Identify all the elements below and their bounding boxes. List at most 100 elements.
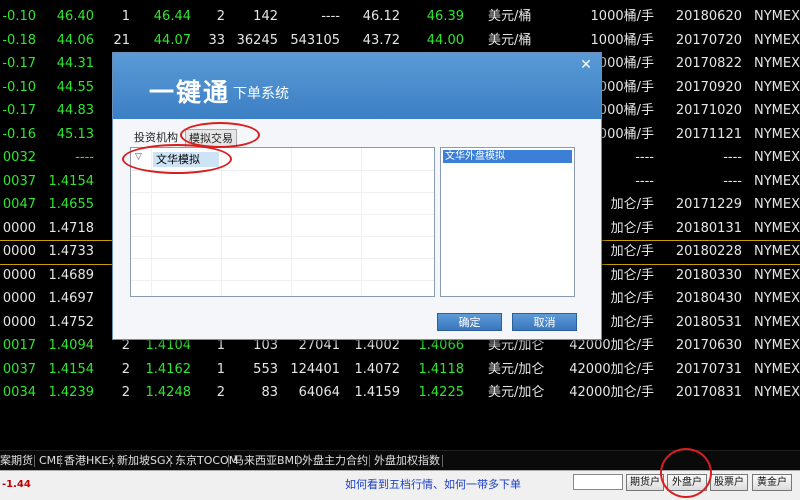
tab-weighted-index[interactable]: 外盘加权指数 xyxy=(374,451,440,471)
table-cell: 44.06 xyxy=(56,32,94,48)
table-cell: 64064 xyxy=(298,385,340,400)
table-cell: 1.4159 xyxy=(354,385,401,400)
annotation-circle-tree-item xyxy=(122,144,232,174)
dialog-subtitle: 下单系统 xyxy=(233,86,289,102)
table-cell: 美元/桶 xyxy=(488,9,532,24)
table-cell: 1000桶/手 xyxy=(590,32,654,48)
table-cell: 43.72 xyxy=(362,32,400,48)
dialog-title: 一键通 xyxy=(149,78,231,107)
table-cell: 美元/加仑 xyxy=(488,385,545,400)
table-cell: 44.07 xyxy=(153,32,191,48)
table-cell: NYMEX xyxy=(753,103,800,118)
tab-hkex[interactable]: 香港HKEx xyxy=(64,451,115,471)
table-cell: 46.44 xyxy=(153,9,191,24)
stock-account-button[interactable]: 股票户 xyxy=(710,474,748,491)
table-cell: 0000 xyxy=(2,220,36,236)
ok-button[interactable]: 确定 xyxy=(437,313,502,331)
table-cell: 1.4655 xyxy=(48,197,95,212)
table-cell: 2 xyxy=(216,385,225,400)
table-cell: 1.4248 xyxy=(145,385,192,400)
help-link[interactable]: 如何看到五档行情、如何一带多下单 xyxy=(345,476,521,492)
table-cell: 1.4118 xyxy=(418,361,465,377)
table-cell: 20170731 xyxy=(675,361,742,377)
table-cell: 20180131 xyxy=(675,220,742,236)
table-cell: 0000 xyxy=(2,267,36,283)
table-cell: NYMEX xyxy=(753,338,800,353)
table-cell: NYMEX xyxy=(753,385,800,400)
table-cell: 543105 xyxy=(290,32,340,48)
table-cell: -0.18 xyxy=(2,32,36,48)
table-cell: 2 xyxy=(121,385,130,400)
gold-account-button[interactable]: 黄金户 xyxy=(752,474,792,491)
tab-futures[interactable]: 案期货 xyxy=(0,451,33,471)
table-row[interactable]: 0034 1.4239 2 1.4248 2 83 64064 1.4159 1.4225 美元/… xyxy=(0,381,800,405)
table-cell: NYMEX xyxy=(753,79,800,95)
table-cell: 1 xyxy=(121,9,130,24)
table-cell: 20170720 xyxy=(675,32,742,48)
table-cell: 20170920 xyxy=(675,79,742,95)
table-cell: ---- xyxy=(723,173,742,189)
table-cell: NYMEX xyxy=(753,361,800,377)
table-cell: 44.55 xyxy=(56,79,94,95)
table-cell: 20171020 xyxy=(675,103,742,118)
account-list[interactable]: 文华外盘模拟 xyxy=(440,147,575,297)
tab-sgx[interactable]: 新加坡SGX xyxy=(117,451,173,471)
table-cell: 83 xyxy=(261,385,278,400)
table-cell: 0000 xyxy=(2,244,36,259)
tab-main-contracts[interactable]: 外盘主力合约 xyxy=(302,451,368,471)
table-cell: 44.31 xyxy=(56,56,94,71)
table-cell: 1 xyxy=(216,361,225,377)
table-row[interactable]: -0.18 44.06 21 44.07 33 36245 543105 43.72 44.00… xyxy=(0,29,800,53)
table-cell: 33 xyxy=(208,32,225,48)
table-cell: 20180330 xyxy=(675,267,742,283)
table-cell: 20170831 xyxy=(675,385,742,400)
table-cell: 1.4697 xyxy=(48,291,95,306)
tab-divider xyxy=(442,455,443,467)
table-cell: -0.17 xyxy=(2,56,36,71)
close-icon[interactable]: ✕ xyxy=(579,58,593,72)
table-cell: 44.83 xyxy=(56,103,94,118)
table-cell: 1.4094 xyxy=(48,338,95,353)
table-cell: 1000桶/手 xyxy=(590,9,654,24)
table-cell: NYMEX xyxy=(753,56,800,71)
table-cell: 1.4689 xyxy=(48,267,95,283)
cancel-button[interactable]: 取消 xyxy=(512,313,577,331)
tab-divider xyxy=(60,455,61,467)
table-cell: 美元/桶 xyxy=(488,32,532,48)
table-cell: NYMEX xyxy=(753,197,800,212)
table-cell: 1.4072 xyxy=(354,361,401,377)
table-cell: 20180430 xyxy=(675,291,742,306)
tab-divider xyxy=(297,455,298,467)
table-cell: 1.4154 xyxy=(48,173,95,189)
table-cell: 20170630 xyxy=(675,338,742,353)
table-row[interactable]: -0.10 46.40 1 46.44 2 142 ---- 46.12 46.39 美元/桶 10… xyxy=(0,5,800,29)
grid-line xyxy=(131,280,434,281)
table-cell: 20170822 xyxy=(675,56,742,71)
table-cell: NYMEX xyxy=(753,150,800,165)
table-cell: NYMEX xyxy=(753,244,800,259)
table-cell: 0017 xyxy=(2,338,36,353)
table-cell: 46.40 xyxy=(56,9,94,24)
futures-account-button[interactable]: 期货户 xyxy=(626,474,664,491)
tab-bmd[interactable]: 马来西亚BMD xyxy=(233,451,303,471)
table-cell: NYMEX xyxy=(753,291,800,306)
table-cell: 20171229 xyxy=(675,197,742,212)
order-dialog: 一键通 下单系统 ✕ 投资机构 模拟交易 ▽ 文华模拟 文华外盘模拟 确定 取消 xyxy=(112,52,602,340)
table-cell: ---- xyxy=(321,9,340,24)
annotation-circle-foreign-button xyxy=(660,448,712,498)
table-cell: 1.4239 xyxy=(48,385,95,400)
table-cell: 20171121 xyxy=(675,126,742,142)
table-cell: 1.4733 xyxy=(48,244,95,259)
table-cell: 0037 xyxy=(2,361,36,377)
table-cell: 2 xyxy=(216,9,225,24)
account-item-wenhua-foreign-sim[interactable]: 文华外盘模拟 xyxy=(443,150,572,163)
table-cell: 21 xyxy=(113,32,130,48)
table-cell: 44.00 xyxy=(426,32,464,48)
table-cell: 0047 xyxy=(2,197,36,212)
table-cell: 0032 xyxy=(2,150,36,165)
tab-divider xyxy=(228,455,229,467)
table-cell: NYMEX xyxy=(753,314,800,330)
table-row[interactable]: 0037 1.4154 2 1.4162 1 553 124401 1.4072 1.4118 美… xyxy=(0,358,800,382)
code-input[interactable] xyxy=(573,474,623,490)
table-cell: NYMEX xyxy=(753,9,800,24)
